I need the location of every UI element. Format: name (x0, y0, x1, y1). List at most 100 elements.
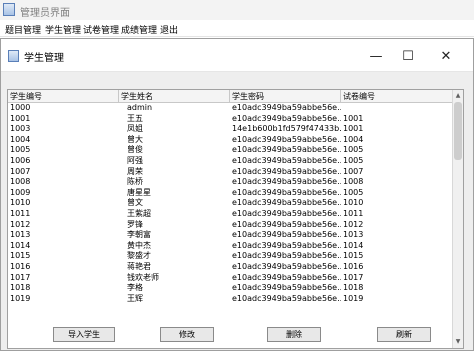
table-cell: 曾大 (127, 134, 143, 144)
table-cell: 1000 (10, 103, 31, 112)
table-cell: 1013 (10, 230, 31, 240)
table-cell: admin (127, 103, 153, 112)
table-cell: 1016 (10, 261, 31, 271)
table-cell: 1017 (10, 272, 31, 282)
table-cell: e10adc3949ba59abbe56e... (232, 103, 341, 112)
table-cell: 1008 (10, 177, 31, 187)
scroll-up-icon[interactable]: ▲ (453, 91, 463, 101)
minimize-button[interactable]: — (361, 45, 391, 67)
table-cell: 陈桥 (127, 177, 143, 187)
outer-title-bar[interactable]: 管理员界面 (0, 0, 474, 20)
table-cell: 钱欢老师 (127, 272, 159, 282)
table-cell: 1001 (10, 113, 31, 123)
table-row[interactable]: 1017 钱欢老师 e10adc3949ba59abbe56e... 1017 (8, 273, 453, 284)
table-cell: e10adc3949ba59abbe56e... (232, 155, 341, 165)
table-cell: e10adc3949ba59abbe56e... (232, 145, 341, 155)
table-row[interactable]: 1015 黎盛才 e10adc3949ba59abbe56e... 1015 (8, 251, 453, 262)
vertical-scrollbar[interactable]: ▲ ▼ (452, 90, 463, 348)
table-cell: e10adc3949ba59abbe56e... (232, 134, 341, 144)
table-cell: 周荣 (127, 166, 143, 176)
table-row[interactable]: 1008 陈桥 e10adc3949ba59abbe56e... 1008 (8, 177, 453, 188)
table-cell: 1006 (10, 155, 31, 165)
table-cell: e10adc3949ba59abbe56e... (232, 293, 341, 303)
table-cell: 黎盛才 (127, 251, 151, 261)
table-row[interactable]: 1019 王辉 e10adc3949ba59abbe56e... 1019 (8, 294, 453, 305)
menu-score-management[interactable]: 成绩管理 (121, 23, 157, 36)
table-row[interactable]: 1005 曾俊 e10adc3949ba59abbe56e... 1005 (8, 145, 453, 156)
table-header: 学生编号 学生姓名 学生密码 试卷编号 (8, 90, 453, 103)
table-cell: 1009 (10, 187, 31, 197)
java-frame-icon (8, 50, 19, 62)
table-row[interactable]: 1018 李格 e10adc3949ba59abbe56e... 1018 (8, 283, 453, 294)
table-cell: 李格 (127, 283, 143, 293)
column-header-student-id[interactable]: 学生编号 (8, 90, 119, 103)
table-row[interactable]: 1016 蒋艳君 e10adc3949ba59abbe56e... 1016 (8, 262, 453, 273)
table-row[interactable]: 1014 黄中杰 e10adc3949ba59abbe56e... 1014 (8, 241, 453, 252)
inner-title-bar[interactable]: 学生管理 — ☐ ✕ (1, 39, 473, 72)
table-cell: 1012 (10, 219, 31, 229)
table-row[interactable]: 1013 李朝富 e10adc3949ba59abbe56e... 1013 (8, 230, 453, 241)
table-cell: 1014 (343, 240, 364, 250)
inner-window-title: 学生管理 (24, 53, 64, 64)
delete-button[interactable]: 删除 (267, 327, 321, 342)
table-cell: 罗锋 (127, 219, 143, 229)
table-cell: e10adc3949ba59abbe56e... (232, 166, 341, 176)
table-cell: e10adc3949ba59abbe56e... (232, 113, 341, 123)
table-cell: 1015 (10, 251, 31, 261)
edit-button[interactable]: 修改 (160, 327, 214, 342)
column-header-student-password[interactable]: 学生密码 (230, 90, 341, 103)
table-cell: 1015 (343, 251, 364, 261)
table-cell: 1017 (343, 272, 364, 282)
table-row[interactable]: 1012 罗锋 e10adc3949ba59abbe56e... 1012 (8, 220, 453, 231)
table-cell: 1018 (10, 283, 31, 293)
table-cell: 1011 (343, 208, 364, 218)
maximize-button[interactable]: ☐ (393, 45, 423, 67)
menu-student-management[interactable]: 学生管理 (45, 23, 81, 36)
column-header-student-name[interactable]: 学生姓名 (119, 90, 230, 103)
menu-exit[interactable]: 退出 (160, 23, 178, 36)
table-row[interactable]: 1010 曾文 e10adc3949ba59abbe56e... 1010 (8, 198, 453, 209)
table-cell: 1005 (343, 187, 364, 197)
table-cell: 阿强 (127, 155, 143, 165)
table-cell: e10adc3949ba59abbe56e... (232, 230, 341, 240)
table-row[interactable]: 1003 凤姐 14e1b600b1fd579f47433b... 1001 (8, 124, 453, 135)
table-cell (341, 103, 453, 114)
table-cell: 1005 (10, 145, 31, 155)
student-table[interactable]: 学生编号 学生姓名 学生密码 试卷编号 1000 admin e10adc3949b… (7, 89, 464, 349)
table-row[interactable]: 1004 曾大 e10adc3949ba59abbe56e... 1004 (8, 135, 453, 146)
table-row[interactable]: 1007 周荣 e10adc3949ba59abbe56e... 1007 (8, 167, 453, 178)
table-cell: 1012 (343, 219, 364, 229)
refresh-button[interactable]: 刷新 (377, 327, 431, 342)
table-cell: 1011 (10, 208, 31, 218)
import-students-button[interactable]: 导入学生 (53, 327, 115, 342)
table-body: 1000 admin e10adc3949ba59abbe56e... 1001 王五 e… (8, 103, 453, 304)
close-button[interactable]: ✕ (431, 45, 461, 67)
table-cell: 1008 (343, 177, 364, 187)
table-cell: 1001 (343, 124, 364, 134)
table-cell: 1007 (343, 166, 364, 176)
scrollbar-thumb[interactable] (454, 102, 462, 160)
table-cell: 王五 (127, 113, 143, 123)
column-header-exam-id[interactable]: 试卷编号 (341, 90, 453, 103)
table-row[interactable]: 1009 唐星星 e10adc3949ba59abbe56e... 1005 (8, 188, 453, 199)
table-cell: e10adc3949ba59abbe56e... (232, 240, 341, 250)
table-row[interactable]: 1001 王五 e10adc3949ba59abbe56e... 1001 (8, 114, 453, 125)
table-row[interactable]: 1006 阿强 e10adc3949ba59abbe56e... 1005 (8, 156, 453, 167)
table-cell: 曾文 (127, 198, 143, 208)
table-row[interactable]: 1011 王紫超 e10adc3949ba59abbe56e... 1011 (8, 209, 453, 220)
scroll-down-icon[interactable]: ▼ (453, 337, 463, 347)
menu-exam-paper-management[interactable]: 试卷管理 (83, 23, 119, 36)
table-row[interactable]: 1000 admin e10adc3949ba59abbe56e... (8, 103, 453, 114)
menu-question-management[interactable]: 题目管理 (5, 23, 41, 36)
table-cell: 曾俊 (127, 145, 143, 155)
menu-bar: 题目管理 学生管理 试卷管理 成绩管理 退出 (0, 20, 474, 37)
table-cell: 1001 (343, 113, 364, 123)
table-cell: 1005 (343, 145, 364, 155)
table-cell: 1004 (343, 134, 364, 144)
table-cell: 1013 (343, 230, 364, 240)
table-cell: 蒋艳君 (127, 261, 151, 271)
table-cell: e10adc3949ba59abbe56e... (232, 219, 341, 229)
table-cell: 1016 (343, 261, 364, 271)
table-cell: 李朝富 (127, 230, 151, 240)
table-cell: e10adc3949ba59abbe56e... (232, 283, 341, 293)
